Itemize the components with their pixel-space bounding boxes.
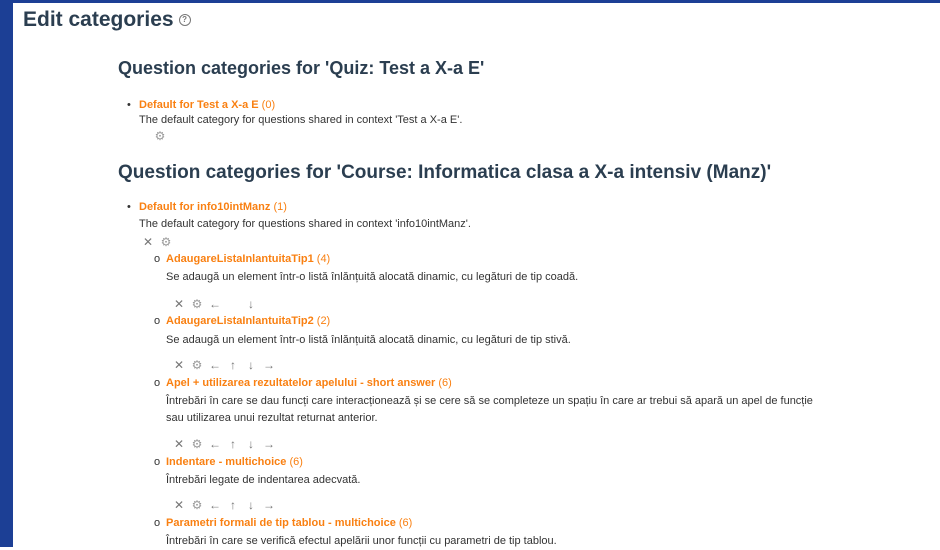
category-actions: ⚙ [151,129,169,143]
subcategory-item: o AdaugareListaInlantuitaTip1 (4) [154,253,330,265]
category-description-continued: sau utilizarea unui rezultat returnat an… [166,412,378,424]
edit-gear-icon[interactable]: ⚙ [188,437,206,451]
category-link[interactable]: Indentare - multichoice [166,456,286,468]
move-left-icon[interactable]: ← [206,498,224,512]
page-title-text: Edit categories [23,8,174,31]
section-heading-course: Question categories for 'Course: Informa… [118,162,772,183]
bullet-icon: • [127,201,131,213]
category-actions: ✕ ⚙ ← ↑ ↓ → [170,437,278,451]
delete-icon[interactable]: ✕ [170,498,188,512]
category-count: (1) [273,201,287,213]
category-link[interactable]: AdaugareListaInlantuitaTip2 [166,315,314,327]
move-right-icon[interactable]: → [260,358,278,372]
edit-gear-icon[interactable]: ⚙ [188,498,206,512]
bullet-open-icon: o [154,517,161,529]
page-frame: Edit categories ? Question categories fo… [0,0,940,547]
category-item: • Default for info10intManz (1) [127,201,287,213]
edit-gear-icon[interactable]: ⚙ [157,235,175,249]
move-up-icon[interactable]: ↑ [224,498,242,512]
help-icon[interactable]: ? [178,14,191,26]
move-up-icon[interactable]: ↑ [224,437,242,451]
bullet-open-icon: o [154,456,161,468]
edit-gear-icon[interactable]: ⚙ [188,297,206,311]
edit-gear-icon[interactable]: ⚙ [188,358,206,372]
delete-icon[interactable]: ✕ [170,297,188,311]
page-title: Edit categories ? [23,8,191,32]
category-link[interactable]: AdaugareListaInlantuitaTip1 [166,253,314,265]
category-link[interactable]: Apel + utilizarea rezultatelor apelului … [166,377,435,389]
section-heading-quiz: Question categories for 'Quiz: Test a X-… [118,58,485,78]
category-count: (6) [398,517,413,529]
category-actions: ✕ ⚙ ← ↑ ↓ → [170,498,278,512]
move-right-icon[interactable]: → [260,498,278,512]
delete-icon[interactable]: ✕ [170,437,188,451]
category-actions: ✕ ⚙ [139,235,175,249]
category-link[interactable]: Parametri formali de tip tablou - multic… [166,517,396,529]
category-actions: ✕ ⚙ ← ↑ ↓ → [170,358,278,372]
subcategory-item: o Apel + utilizarea rezultatelor apelului… [154,377,452,389]
move-up-icon[interactable]: ↑ [224,358,242,372]
category-count: (6) [438,377,452,389]
category-link[interactable]: Default for info10intManz [139,201,270,213]
edit-gear-icon[interactable]: ⚙ [151,129,169,143]
category-description: Întrebări legate de indentarea adecvată. [166,474,361,486]
category-item: • Default for Test a X-a E (0) [127,99,275,111]
category-count: (0) [261,99,276,111]
move-down-icon[interactable]: ↓ [242,498,260,512]
category-count: (4) [316,253,331,265]
move-right-icon[interactable]: → [260,437,278,451]
move-down-icon[interactable]: ↓ [242,358,260,372]
bullet-open-icon: o [154,377,161,389]
delete-icon[interactable]: ✕ [170,358,188,372]
move-left-icon[interactable]: ← [206,358,224,372]
move-down-icon[interactable]: ↓ [242,297,260,311]
category-description: Se adaugă un element într-o listă înlănț… [166,271,579,283]
bullet-open-icon: o [154,315,161,327]
category-actions: ✕ ⚙ ← ↓ [170,297,260,311]
category-count: (2) [316,315,331,327]
delete-icon[interactable]: ✕ [139,235,157,249]
bullet-open-icon: o [154,253,161,265]
subcategory-item: o AdaugareListaInlantuitaTip2 (2) [154,315,330,327]
category-description: The default category for questions share… [139,218,471,230]
move-left-icon[interactable]: ← [206,297,224,311]
category-link[interactable]: Default for Test a X-a E [139,99,259,111]
category-description: Se adaugă un element într-o listă înlănț… [166,334,571,346]
category-count: (6) [289,456,303,468]
bullet-icon: • [127,99,131,111]
category-description: The default category for questions share… [139,114,463,126]
move-left-icon[interactable]: ← [206,437,224,451]
category-description: Întrebări în care se dau funcți care int… [166,395,813,407]
subcategory-item: o Parametri formali de tip tablou - multi… [154,517,412,529]
category-description: Întrebări în care se verifică efectul ap… [166,535,557,547]
move-down-icon[interactable]: ↓ [242,437,260,451]
subcategory-item: o Indentare - multichoice (6) [154,456,303,468]
